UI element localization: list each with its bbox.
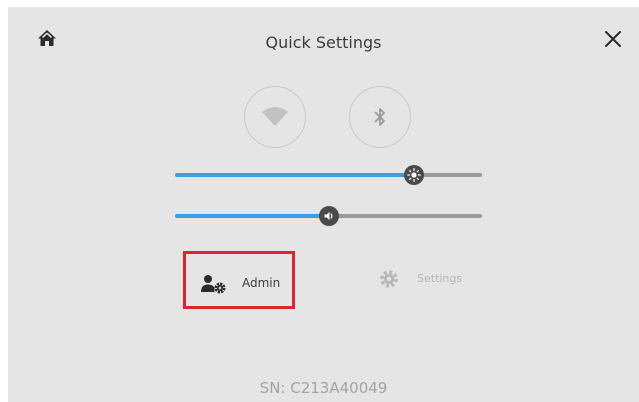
admin-user-gear-icon bbox=[201, 275, 226, 294]
settings-button[interactable]: Settings bbox=[373, 262, 473, 298]
brightness-icon bbox=[407, 168, 422, 182]
volume-track bbox=[328, 214, 482, 218]
wifi-icon bbox=[262, 107, 288, 126]
bluetooth-toggle[interactable] bbox=[349, 86, 411, 148]
gear-icon bbox=[380, 270, 398, 288]
admin-button[interactable]: Admin bbox=[183, 251, 295, 309]
volume-slider[interactable] bbox=[175, 206, 482, 226]
bluetooth-icon bbox=[374, 108, 385, 126]
page-title: Quick Settings bbox=[265, 33, 382, 52]
serial-number: SN: C213A40049 bbox=[259, 379, 388, 397]
admin-label: Admin bbox=[242, 276, 281, 290]
brightness-track-fill bbox=[175, 173, 415, 177]
quick-settings-panel: Quick Settings Admin Settings SN: C213A4… bbox=[8, 7, 639, 402]
close-button[interactable] bbox=[601, 27, 625, 51]
close-icon bbox=[605, 31, 621, 47]
brightness-slider[interactable] bbox=[175, 165, 482, 185]
brightness-track bbox=[414, 173, 482, 177]
brightness-thumb[interactable] bbox=[404, 165, 425, 185]
wifi-toggle[interactable] bbox=[244, 86, 306, 148]
volume-track-fill bbox=[175, 214, 329, 218]
volume-thumb[interactable] bbox=[318, 206, 339, 226]
volume-icon bbox=[324, 212, 332, 220]
settings-label: Settings bbox=[417, 272, 463, 285]
